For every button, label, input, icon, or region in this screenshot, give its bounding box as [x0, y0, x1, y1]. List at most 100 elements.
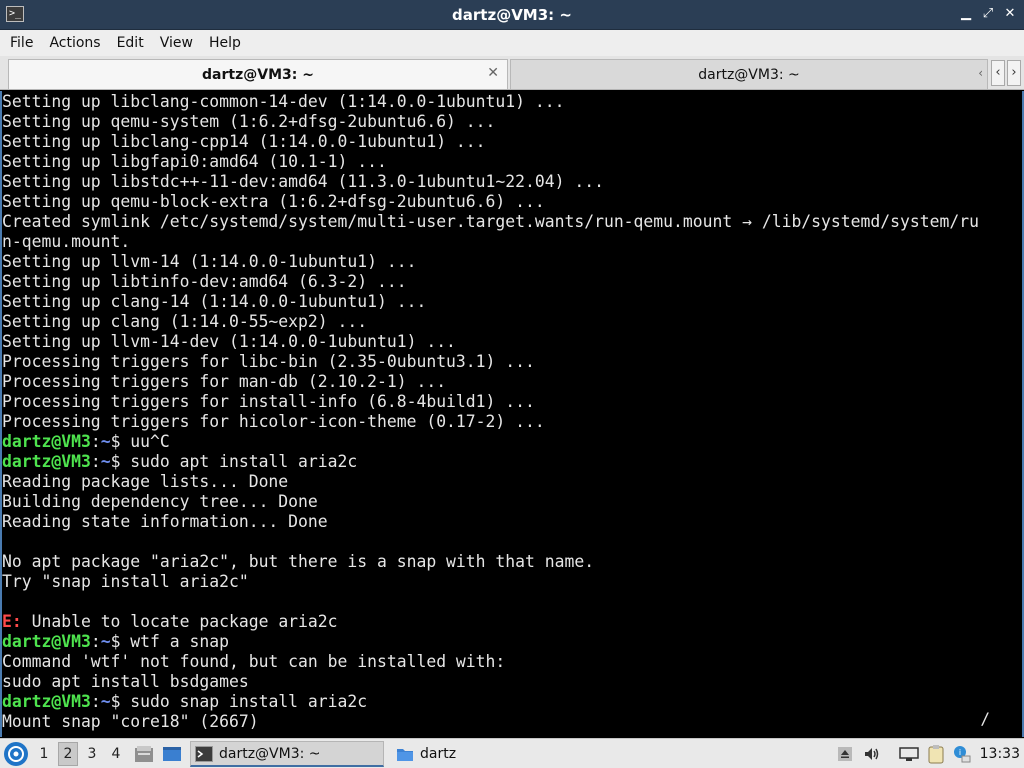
- terminal-line: Reading state information... Done: [2, 512, 1022, 532]
- task-label: dartz: [420, 746, 457, 762]
- terminal-view[interactable]: Setting up libclang-common-14-dev (1:14.…: [0, 91, 1024, 737]
- menu-view[interactable]: View: [154, 35, 199, 51]
- terminal-line: Building dependency tree... Done: [2, 492, 1022, 512]
- terminal-text: Setting up libgfapi0:amd64 (10.1-1) ...: [2, 152, 387, 171]
- terminal-text: Created symlink /etc/systemd/system/mult…: [2, 212, 979, 231]
- terminal-text: Command 'wtf' not found, but can be inst…: [2, 652, 506, 671]
- window-title: dartz@VM3: ~: [452, 6, 572, 24]
- menu-edit[interactable]: Edit: [111, 35, 150, 51]
- prompt-user-host: dartz@VM3: [2, 452, 91, 471]
- terminal-text: $ sudo apt install aria2c: [110, 452, 358, 471]
- clock[interactable]: 13:33: [980, 739, 1020, 768]
- minimize-icon[interactable]: ▁: [958, 4, 974, 24]
- error-label: E:: [2, 612, 22, 631]
- terminal-text: :: [90, 632, 101, 651]
- tab-bar: dartz@VM3: ~ ✕ dartz@VM3: ~ ‹ ‹ ›: [0, 56, 1024, 90]
- network-icon[interactable]: [898, 743, 920, 765]
- prompt-user-host: dartz@VM3: [2, 632, 91, 651]
- file-manager-icon[interactable]: [133, 743, 155, 765]
- terminal-icon: [195, 745, 213, 762]
- terminal-line: Setting up libgfapi0:amd64 (10.1-1) ...: [2, 152, 1022, 172]
- terminal-line: Try "snap install aria2c": [2, 572, 1022, 592]
- progress-spinner: /: [980, 709, 990, 728]
- terminal-text: :: [90, 432, 101, 451]
- terminal-line: Setting up llvm-14-dev (1:14.0.0-1ubuntu…: [2, 332, 1022, 352]
- show-desktop-icon[interactable]: [161, 743, 183, 765]
- terminal-line: Setting up clang (1:14.0-55~exp2) ...: [2, 312, 1022, 332]
- terminal-text: sudo apt install bsdgames: [2, 672, 249, 691]
- workspace-2[interactable]: 2: [58, 742, 78, 766]
- workspace-4[interactable]: 4: [106, 742, 126, 766]
- terminal-line: Processing triggers for install-info (6.…: [2, 392, 1022, 412]
- terminal-text: :: [90, 452, 101, 471]
- terminal-line: Mount snap "core18" (2667): [2, 712, 1022, 732]
- task-terminal[interactable]: dartz@VM3: ~: [190, 741, 384, 767]
- prompt-path: ~: [100, 432, 111, 451]
- workspace-1[interactable]: 1: [34, 742, 54, 766]
- terminal-line: Command 'wtf' not found, but can be inst…: [2, 652, 1022, 672]
- terminal-text: Setting up libtinfo-dev:amd64 (6.3-2) ..…: [2, 272, 407, 291]
- task-label: dartz@VM3: ~: [219, 745, 321, 762]
- terminal-line: Setting up qemu-block-extra (1:6.2+dfsg-…: [2, 192, 1022, 212]
- terminal-output: Setting up libclang-common-14-dev (1:14.…: [2, 92, 1022, 732]
- menu-bar: File Actions Edit View Help: [0, 30, 1024, 56]
- terminal-line: Processing triggers for libc-bin (2.35-0…: [2, 352, 1022, 372]
- prompt-user-host: dartz@VM3: [2, 432, 91, 451]
- terminal-text: Try "snap install aria2c": [2, 572, 249, 591]
- terminal-text: No apt package "aria2c", but there is a …: [2, 552, 595, 571]
- terminal-line: E: Unable to locate package aria2c: [2, 612, 1022, 632]
- update-notifier-icon[interactable]: i: [951, 743, 973, 765]
- terminal-text: Processing triggers for man-db (2.10.2-1…: [2, 372, 447, 391]
- terminal-line: Processing triggers for hicolor-icon-the…: [2, 412, 1022, 432]
- terminal-text: $ uu^C: [110, 432, 170, 451]
- lubuntu-start-icon[interactable]: [4, 742, 28, 766]
- tab-label: dartz@VM3: ~: [202, 66, 314, 83]
- terminal-line: No apt package "aria2c", but there is a …: [2, 552, 1022, 572]
- terminal-line: n-qemu.mount.: [2, 232, 1022, 252]
- maximize-icon[interactable]: ⤢: [980, 4, 996, 24]
- svg-text:i: i: [959, 748, 961, 757]
- terminal-text: Setting up llvm-14 (1:14.0.0-1ubuntu1) .…: [2, 252, 417, 271]
- clipboard-icon[interactable]: [925, 743, 947, 765]
- terminal-line: sudo apt install bsdgames: [2, 672, 1022, 692]
- tab-terminal-1[interactable]: dartz@VM3: ~ ✕: [8, 59, 508, 89]
- tab-scroll-right-icon[interactable]: ›: [1007, 60, 1021, 86]
- terminal-text: Reading state information... Done: [2, 512, 328, 531]
- terminal-line: dartz@VM3:~$ sudo apt install aria2c: [2, 452, 1022, 472]
- terminal-text: :: [90, 692, 101, 711]
- terminal-text: n-qemu.mount.: [2, 232, 131, 251]
- terminal-line: dartz@VM3:~$ sudo snap install aria2c: [2, 692, 1022, 712]
- terminal-text: Setting up clang-14 (1:14.0.0-1ubuntu1) …: [2, 292, 427, 311]
- terminal-text: Setting up qemu-system (1:6.2+dfsg-2ubun…: [2, 112, 496, 131]
- terminal-line: Setting up llvm-14 (1:14.0.0-1ubuntu1) .…: [2, 252, 1022, 272]
- terminal-text: $ sudo snap install aria2c: [110, 692, 368, 711]
- tab-terminal-2[interactable]: dartz@VM3: ~ ‹: [510, 59, 988, 89]
- terminal-line: Created symlink /etc/systemd/system/mult…: [2, 212, 1022, 232]
- task-folder[interactable]: dartz: [392, 741, 582, 767]
- close-icon[interactable]: ✕: [1002, 4, 1018, 24]
- menu-actions[interactable]: Actions: [43, 35, 106, 51]
- terminal-line: Processing triggers for man-db (2.10.2-1…: [2, 372, 1022, 392]
- terminal-text: Setting up clang (1:14.0-55~exp2) ...: [2, 312, 368, 331]
- terminal-line: Setting up clang-14 (1:14.0.0-1ubuntu1) …: [2, 292, 1022, 312]
- menu-file[interactable]: File: [4, 35, 39, 51]
- terminal-text: Processing triggers for libc-bin (2.35-0…: [2, 352, 535, 371]
- terminal-text: Setting up llvm-14-dev (1:14.0.0-1ubuntu…: [2, 332, 456, 351]
- terminal-line: Setting up libclang-common-14-dev (1:14.…: [2, 92, 1022, 112]
- terminal-text: $ wtf a snap: [110, 632, 229, 651]
- terminal-line: Setting up libtinfo-dev:amd64 (6.3-2) ..…: [2, 272, 1022, 292]
- prompt-path: ~: [100, 632, 111, 651]
- window-titlebar[interactable]: >_ dartz@VM3: ~ ▁ ⤢ ✕: [0, 0, 1024, 30]
- menu-help[interactable]: Help: [203, 35, 247, 51]
- terminal-text: Setting up libclang-cpp14 (1:14.0.0-1ubu…: [2, 132, 486, 151]
- terminal-text: Setting up qemu-block-extra (1:6.2+dfsg-…: [2, 192, 545, 211]
- tab-close-icon[interactable]: ✕: [487, 65, 499, 81]
- terminal-line: Setting up qemu-system (1:6.2+dfsg-2ubun…: [2, 112, 1022, 132]
- volume-icon[interactable]: [861, 743, 883, 765]
- tab-label: dartz@VM3: ~: [698, 66, 800, 83]
- tab-scroll-left-icon[interactable]: ‹: [991, 60, 1005, 86]
- taskbar: 1 2 3 4 dartz@VM3: ~ dartz i 13:33: [0, 738, 1024, 768]
- eject-icon[interactable]: [834, 743, 856, 765]
- workspace-3[interactable]: 3: [82, 742, 102, 766]
